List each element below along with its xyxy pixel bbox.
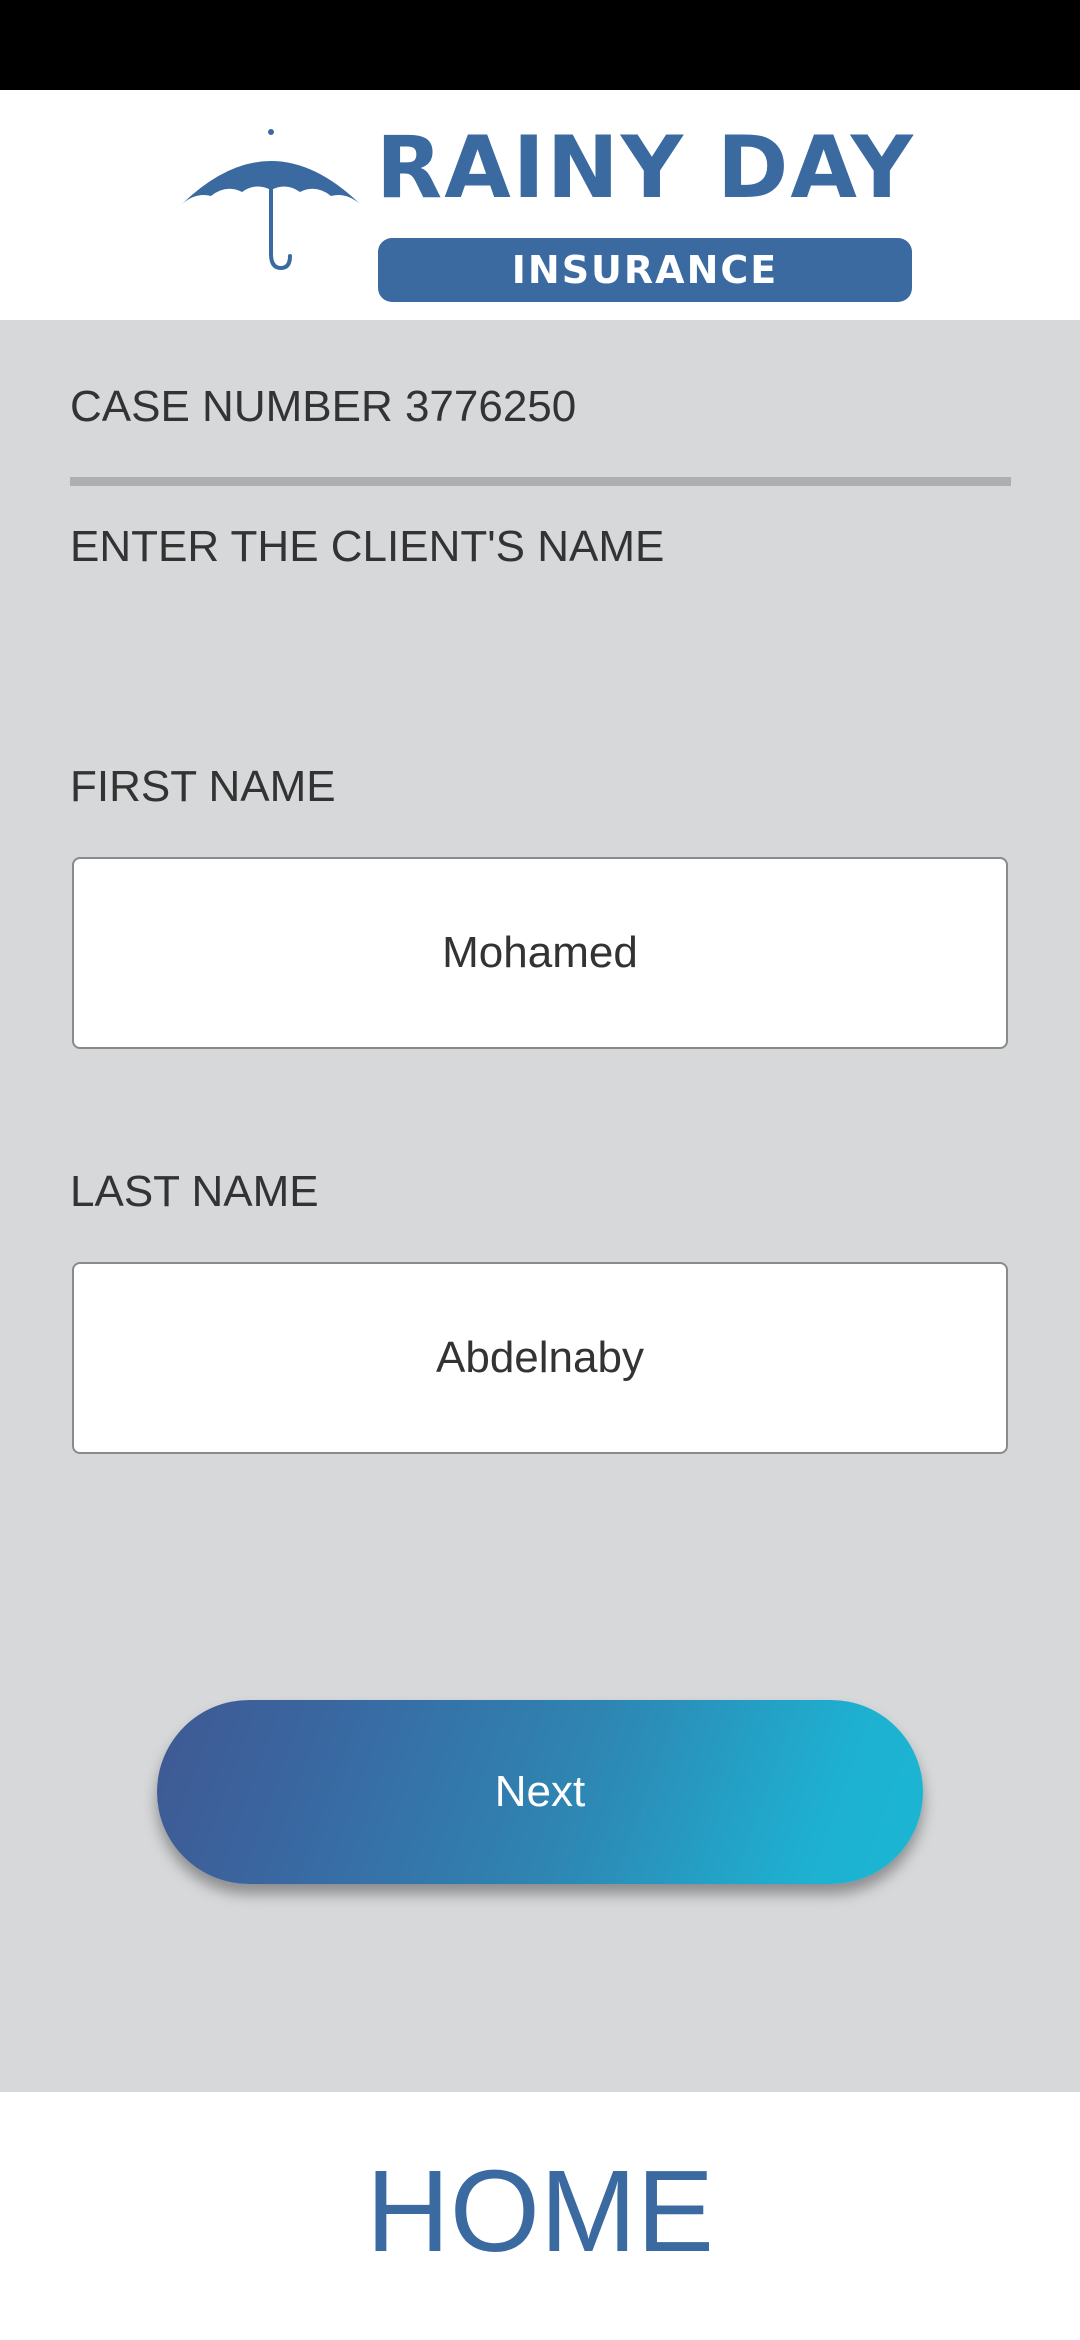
next-button[interactable]: Next: [157, 1700, 923, 1884]
first-name-label: FIRST NAME: [70, 762, 336, 811]
rainy-day-logo: RAINY DAY INSURANCE: [176, 118, 916, 302]
umbrella-icon: [182, 129, 360, 271]
client-name-form: CASE NUMBER 3776250 ENTER THE CLIENT'S N…: [0, 320, 1080, 2092]
logo-title: RAINY DAY: [376, 118, 915, 218]
last-name-input[interactable]: [72, 1262, 1008, 1454]
logo-subtitle: INSURANCE: [378, 238, 912, 302]
case-number: CASE NUMBER 3776250: [70, 382, 577, 431]
home-link[interactable]: HOME: [0, 2146, 1080, 2276]
first-name-input[interactable]: [72, 857, 1008, 1049]
footer: HOME: [0, 2092, 1080, 2340]
app-header: RAINY DAY INSURANCE: [0, 90, 1080, 320]
divider: [70, 477, 1011, 486]
status-bar: [0, 0, 1080, 90]
last-name-label: LAST NAME: [70, 1167, 319, 1216]
form-instruction: ENTER THE CLIENT'S NAME: [70, 522, 665, 571]
